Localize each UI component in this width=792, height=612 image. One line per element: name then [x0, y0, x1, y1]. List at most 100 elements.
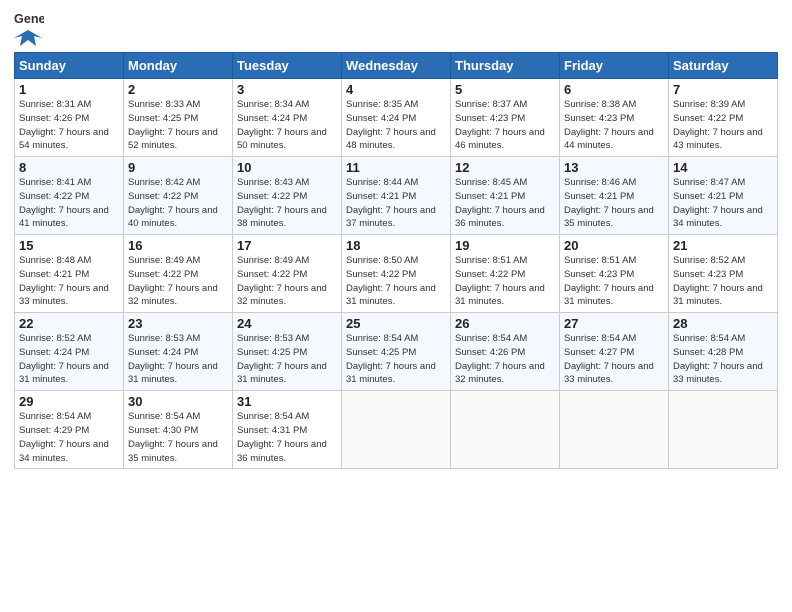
- week-row-4: 22Sunrise: 8:52 AMSunset: 4:24 PMDayligh…: [15, 313, 778, 391]
- day-number: 31: [237, 394, 337, 409]
- calendar-cell: 27Sunrise: 8:54 AMSunset: 4:27 PMDayligh…: [560, 313, 669, 391]
- day-number: 14: [673, 160, 773, 175]
- calendar-cell: 20Sunrise: 8:51 AMSunset: 4:23 PMDayligh…: [560, 235, 669, 313]
- header-cell-wednesday: Wednesday: [342, 53, 451, 79]
- calendar-cell: 3Sunrise: 8:34 AMSunset: 4:24 PMDaylight…: [233, 79, 342, 157]
- logo-bird-icon: [14, 28, 42, 48]
- calendar-cell: 15Sunrise: 8:48 AMSunset: 4:21 PMDayligh…: [15, 235, 124, 313]
- day-number: 9: [128, 160, 228, 175]
- cell-content: Sunrise: 8:46 AMSunset: 4:21 PMDaylight:…: [564, 176, 664, 231]
- calendar-cell: 11Sunrise: 8:44 AMSunset: 4:21 PMDayligh…: [342, 157, 451, 235]
- calendar-cell: 4Sunrise: 8:35 AMSunset: 4:24 PMDaylight…: [342, 79, 451, 157]
- calendar-cell: 25Sunrise: 8:54 AMSunset: 4:25 PMDayligh…: [342, 313, 451, 391]
- svg-text:General: General: [14, 12, 44, 26]
- cell-content: Sunrise: 8:52 AMSunset: 4:24 PMDaylight:…: [19, 332, 119, 387]
- week-row-2: 8Sunrise: 8:41 AMSunset: 4:22 PMDaylight…: [15, 157, 778, 235]
- day-number: 3: [237, 82, 337, 97]
- cell-content: Sunrise: 8:33 AMSunset: 4:25 PMDaylight:…: [128, 98, 228, 153]
- day-number: 10: [237, 160, 337, 175]
- header-cell-friday: Friday: [560, 53, 669, 79]
- calendar-cell: 1Sunrise: 8:31 AMSunset: 4:26 PMDaylight…: [15, 79, 124, 157]
- cell-content: Sunrise: 8:48 AMSunset: 4:21 PMDaylight:…: [19, 254, 119, 309]
- cell-content: Sunrise: 8:43 AMSunset: 4:22 PMDaylight:…: [237, 176, 337, 231]
- day-number: 20: [564, 238, 664, 253]
- day-number: 22: [19, 316, 119, 331]
- day-number: 26: [455, 316, 555, 331]
- day-number: 11: [346, 160, 446, 175]
- cell-content: Sunrise: 8:34 AMSunset: 4:24 PMDaylight:…: [237, 98, 337, 153]
- cell-content: Sunrise: 8:42 AMSunset: 4:22 PMDaylight:…: [128, 176, 228, 231]
- calendar-table: SundayMondayTuesdayWednesdayThursdayFrid…: [14, 52, 778, 469]
- day-number: 19: [455, 238, 555, 253]
- calendar-cell: 9Sunrise: 8:42 AMSunset: 4:22 PMDaylight…: [124, 157, 233, 235]
- calendar-cell: 23Sunrise: 8:53 AMSunset: 4:24 PMDayligh…: [124, 313, 233, 391]
- day-number: 15: [19, 238, 119, 253]
- logo-icon: General: [14, 10, 44, 28]
- cell-content: Sunrise: 8:54 AMSunset: 4:27 PMDaylight:…: [564, 332, 664, 387]
- cell-content: Sunrise: 8:54 AMSunset: 4:26 PMDaylight:…: [455, 332, 555, 387]
- day-number: 27: [564, 316, 664, 331]
- day-number: 5: [455, 82, 555, 97]
- day-number: 21: [673, 238, 773, 253]
- day-number: 24: [237, 316, 337, 331]
- day-number: 18: [346, 238, 446, 253]
- day-number: 29: [19, 394, 119, 409]
- calendar-cell: 13Sunrise: 8:46 AMSunset: 4:21 PMDayligh…: [560, 157, 669, 235]
- header-cell-thursday: Thursday: [451, 53, 560, 79]
- calendar-cell: 17Sunrise: 8:49 AMSunset: 4:22 PMDayligh…: [233, 235, 342, 313]
- cell-content: Sunrise: 8:41 AMSunset: 4:22 PMDaylight:…: [19, 176, 119, 231]
- day-number: 17: [237, 238, 337, 253]
- calendar-cell: [342, 391, 451, 469]
- cell-content: Sunrise: 8:45 AMSunset: 4:21 PMDaylight:…: [455, 176, 555, 231]
- cell-content: Sunrise: 8:38 AMSunset: 4:23 PMDaylight:…: [564, 98, 664, 153]
- day-number: 12: [455, 160, 555, 175]
- logo: General: [14, 10, 44, 48]
- calendar-cell: 28Sunrise: 8:54 AMSunset: 4:28 PMDayligh…: [669, 313, 778, 391]
- cell-content: Sunrise: 8:39 AMSunset: 4:22 PMDaylight:…: [673, 98, 773, 153]
- week-row-5: 29Sunrise: 8:54 AMSunset: 4:29 PMDayligh…: [15, 391, 778, 469]
- day-number: 8: [19, 160, 119, 175]
- day-number: 25: [346, 316, 446, 331]
- calendar-cell: 7Sunrise: 8:39 AMSunset: 4:22 PMDaylight…: [669, 79, 778, 157]
- cell-content: Sunrise: 8:54 AMSunset: 4:29 PMDaylight:…: [19, 410, 119, 465]
- cell-content: Sunrise: 8:53 AMSunset: 4:24 PMDaylight:…: [128, 332, 228, 387]
- calendar-cell: 5Sunrise: 8:37 AMSunset: 4:23 PMDaylight…: [451, 79, 560, 157]
- calendar-cell: [451, 391, 560, 469]
- calendar-cell: 30Sunrise: 8:54 AMSunset: 4:30 PMDayligh…: [124, 391, 233, 469]
- calendar-cell: 22Sunrise: 8:52 AMSunset: 4:24 PMDayligh…: [15, 313, 124, 391]
- day-number: 7: [673, 82, 773, 97]
- calendar-cell: 14Sunrise: 8:47 AMSunset: 4:21 PMDayligh…: [669, 157, 778, 235]
- page-container: General SundayMondayTuesdayWednesdayThur…: [0, 0, 792, 479]
- cell-content: Sunrise: 8:54 AMSunset: 4:28 PMDaylight:…: [673, 332, 773, 387]
- header-row: SundayMondayTuesdayWednesdayThursdayFrid…: [15, 53, 778, 79]
- calendar-cell: [669, 391, 778, 469]
- day-number: 28: [673, 316, 773, 331]
- cell-content: Sunrise: 8:37 AMSunset: 4:23 PMDaylight:…: [455, 98, 555, 153]
- calendar-cell: 26Sunrise: 8:54 AMSunset: 4:26 PMDayligh…: [451, 313, 560, 391]
- cell-content: Sunrise: 8:44 AMSunset: 4:21 PMDaylight:…: [346, 176, 446, 231]
- cell-content: Sunrise: 8:49 AMSunset: 4:22 PMDaylight:…: [237, 254, 337, 309]
- day-number: 30: [128, 394, 228, 409]
- cell-content: Sunrise: 8:35 AMSunset: 4:24 PMDaylight:…: [346, 98, 446, 153]
- day-number: 6: [564, 82, 664, 97]
- calendar-cell: 10Sunrise: 8:43 AMSunset: 4:22 PMDayligh…: [233, 157, 342, 235]
- week-row-3: 15Sunrise: 8:48 AMSunset: 4:21 PMDayligh…: [15, 235, 778, 313]
- day-number: 16: [128, 238, 228, 253]
- calendar-cell: 8Sunrise: 8:41 AMSunset: 4:22 PMDaylight…: [15, 157, 124, 235]
- cell-content: Sunrise: 8:53 AMSunset: 4:25 PMDaylight:…: [237, 332, 337, 387]
- day-number: 13: [564, 160, 664, 175]
- cell-content: Sunrise: 8:31 AMSunset: 4:26 PMDaylight:…: [19, 98, 119, 153]
- calendar-cell: 12Sunrise: 8:45 AMSunset: 4:21 PMDayligh…: [451, 157, 560, 235]
- week-row-1: 1Sunrise: 8:31 AMSunset: 4:26 PMDaylight…: [15, 79, 778, 157]
- calendar-cell: 31Sunrise: 8:54 AMSunset: 4:31 PMDayligh…: [233, 391, 342, 469]
- calendar-cell: 19Sunrise: 8:51 AMSunset: 4:22 PMDayligh…: [451, 235, 560, 313]
- day-number: 4: [346, 82, 446, 97]
- calendar-cell: 2Sunrise: 8:33 AMSunset: 4:25 PMDaylight…: [124, 79, 233, 157]
- cell-content: Sunrise: 8:51 AMSunset: 4:23 PMDaylight:…: [564, 254, 664, 309]
- header-cell-tuesday: Tuesday: [233, 53, 342, 79]
- cell-content: Sunrise: 8:47 AMSunset: 4:21 PMDaylight:…: [673, 176, 773, 231]
- day-number: 1: [19, 82, 119, 97]
- cell-content: Sunrise: 8:54 AMSunset: 4:25 PMDaylight:…: [346, 332, 446, 387]
- cell-content: Sunrise: 8:51 AMSunset: 4:22 PMDaylight:…: [455, 254, 555, 309]
- cell-content: Sunrise: 8:54 AMSunset: 4:30 PMDaylight:…: [128, 410, 228, 465]
